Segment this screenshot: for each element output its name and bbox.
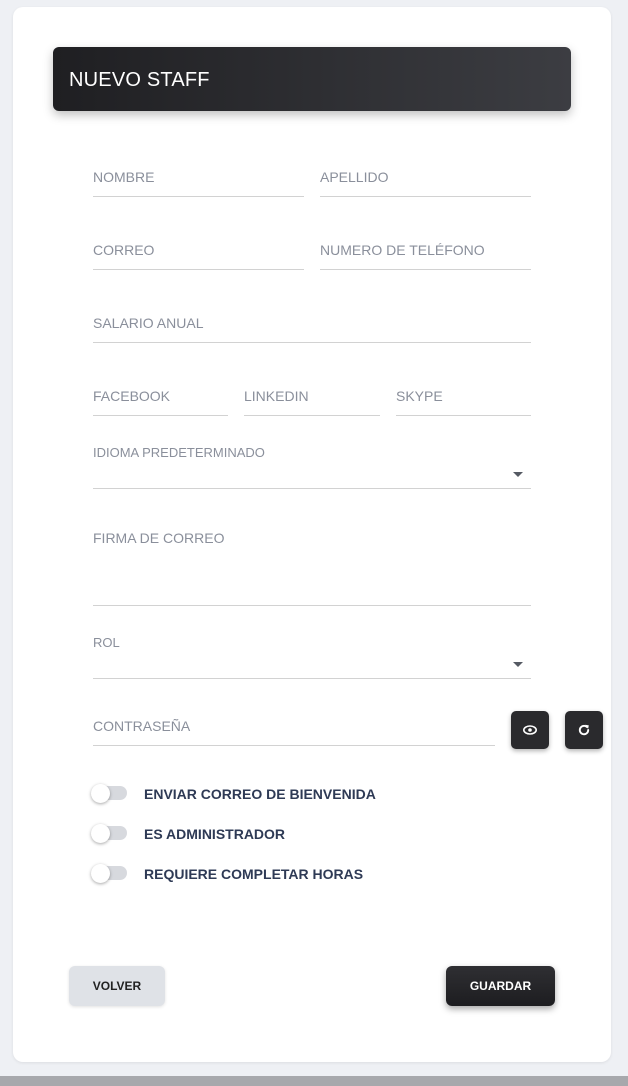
chevron-down-icon xyxy=(513,662,523,667)
facebook-label: FACEBOOK xyxy=(93,388,171,404)
chevron-down-icon xyxy=(513,472,523,477)
form-header: NUEVO STAFF xyxy=(53,47,571,111)
skype-field[interactable]: SKYPE xyxy=(396,380,531,416)
first-name-field[interactable]: NOMBRE xyxy=(93,161,304,197)
language-label: IDIOMA PREDETERMINADO xyxy=(93,445,265,460)
language-select[interactable]: IDIOMA PREDETERMINADO xyxy=(93,445,531,489)
skype-label: SKYPE xyxy=(396,388,443,404)
show-password-button[interactable] xyxy=(511,711,549,749)
first-name-label: NOMBRE xyxy=(93,169,155,185)
phone-label: NUMERO DE TELÉFONO xyxy=(320,242,485,258)
phone-field[interactable]: NUMERO DE TELÉFONO xyxy=(320,234,531,270)
admin-label: ES ADMINISTRADOR xyxy=(144,826,286,842)
last-name-field[interactable]: APELLIDO xyxy=(320,161,531,197)
page-title: NUEVO STAFF xyxy=(69,69,210,91)
email-label: CORREO xyxy=(93,242,155,258)
bottom-bar xyxy=(0,1076,628,1086)
toggle-knob xyxy=(91,824,110,843)
role-label: ROL xyxy=(93,635,120,650)
linkedin-field[interactable]: LINKEDIN xyxy=(244,380,380,416)
email-field[interactable]: CORREO xyxy=(93,234,304,270)
facebook-field[interactable]: FACEBOOK xyxy=(93,380,228,416)
toggle-knob xyxy=(91,784,110,803)
hours-label: REQUIERE COMPLETAR HORAS xyxy=(144,866,364,882)
salary-label: SALARIO ANUAL xyxy=(93,315,204,331)
password-label: CONTRASEÑA xyxy=(93,718,191,734)
password-field[interactable]: CONTRASEÑA xyxy=(93,710,495,746)
salary-field[interactable]: SALARIO ANUAL xyxy=(93,307,531,343)
save-button[interactable]: GUARDAR xyxy=(446,966,555,1006)
linkedin-label: LINKEDIN xyxy=(244,388,309,404)
signature-label: FIRMA DE CORREO xyxy=(93,530,225,546)
last-name-label: APELLIDO xyxy=(320,169,389,185)
back-button[interactable]: VOLVER xyxy=(69,966,165,1006)
eye-icon xyxy=(523,725,537,735)
toggle-knob xyxy=(91,864,110,883)
generate-password-button[interactable] xyxy=(565,711,603,749)
refresh-icon xyxy=(578,724,590,736)
role-select[interactable]: ROL xyxy=(93,635,531,679)
signature-textarea[interactable]: FIRMA DE CORREO xyxy=(93,522,531,606)
welcome-email-label: ENVIAR CORREO DE BIENVENIDA xyxy=(144,786,376,802)
